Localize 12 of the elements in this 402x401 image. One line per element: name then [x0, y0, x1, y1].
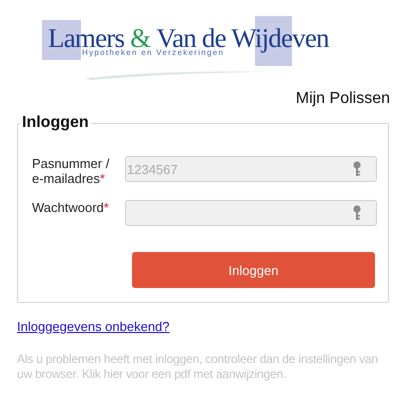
- input-field[interactable]: 1234567: [125, 156, 377, 182]
- page-title: Mijn Polissen: [294, 90, 391, 108]
- help-text: Als u problemen heeft met inloggen, controleer dan de instellingen van uw browser. Klik hier voor een pdf met aanwijzingen.: [17, 352, 379, 382]
- key-icon: [353, 161, 361, 177]
- field-label: Wachtwoord*: [32, 200, 110, 215]
- field-label: Pasnummer / e-mailadres*: [32, 156, 110, 186]
- login-button[interactable]: Inloggen: [132, 252, 375, 288]
- forgot-credentials-link[interactable]: Inloggegevens onbekend?: [17, 319, 170, 334]
- key-icon: [353, 205, 361, 221]
- company-logo: Lamers & Van de Wijdeven Hypotheken en Verzekeringen: [40, 8, 362, 80]
- input-field[interactable]: [125, 200, 377, 226]
- panel-title: Inloggen: [21, 114, 90, 132]
